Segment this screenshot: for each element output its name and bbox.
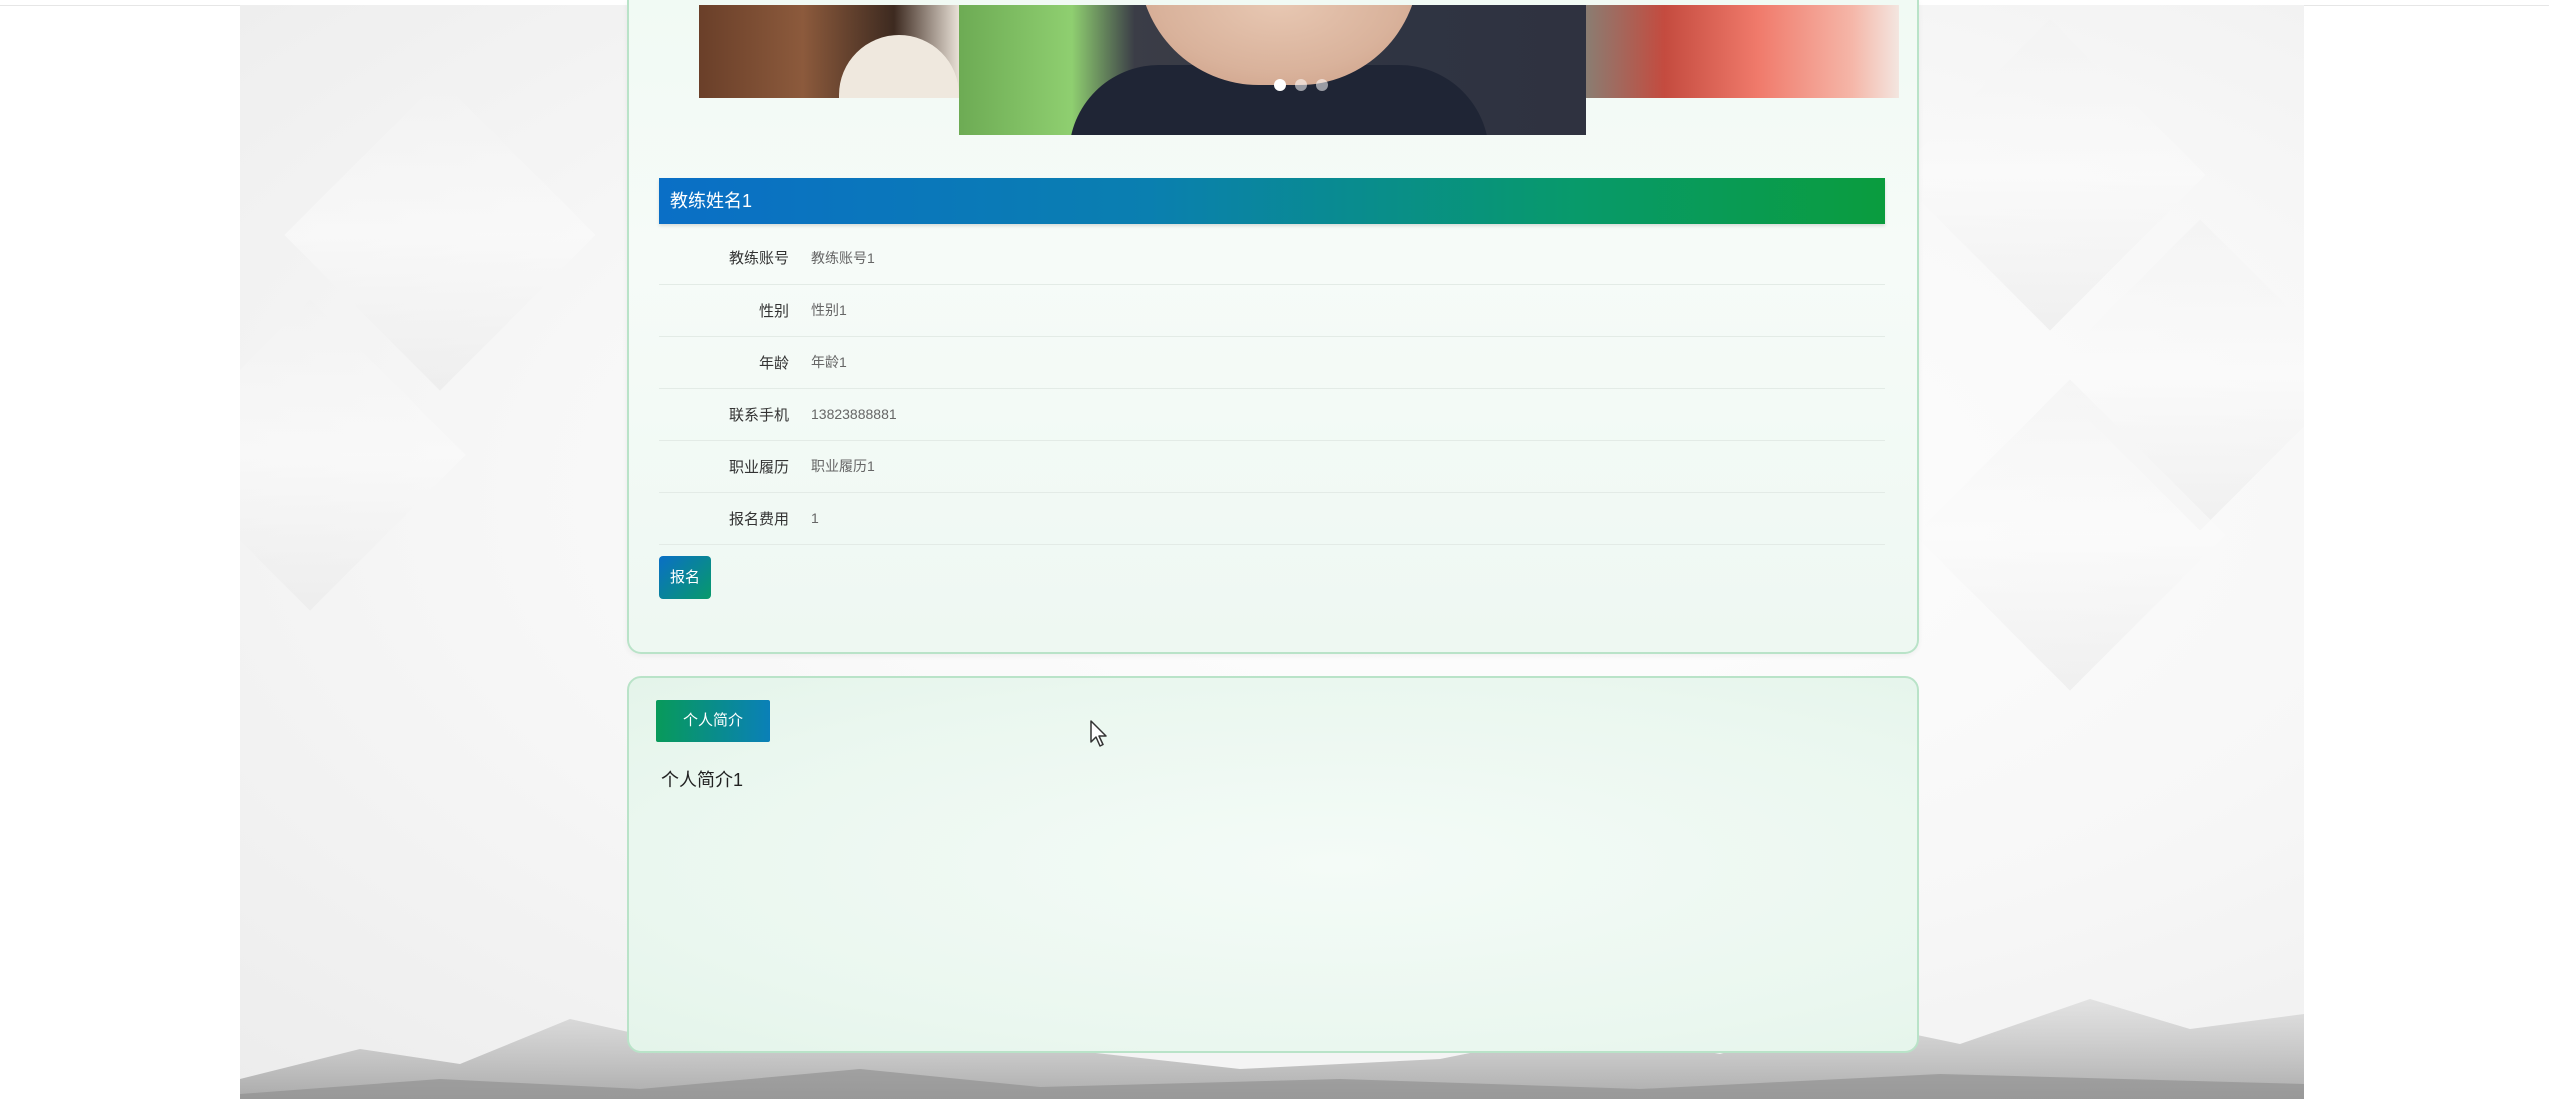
field-value: 13823888881 <box>811 406 897 422</box>
carousel-slide-active[interactable] <box>959 5 1586 135</box>
coach-name-header: 教练姓名1 <box>659 178 1885 224</box>
table-row: 年龄 年龄1 <box>659 336 1885 388</box>
field-label: 报名费用 <box>728 510 789 528</box>
coach-detail-card: 教练姓名1 教练账号 教练账号1 性别 性别1 年龄 年龄1 联系手机 1382… <box>627 0 1919 654</box>
field-label: 性别 <box>758 302 789 320</box>
coach-info-table: 教练账号 教练账号1 性别 性别1 年龄 年龄1 联系手机 1382388888… <box>659 232 1885 545</box>
carousel-dot[interactable] <box>1316 79 1328 91</box>
table-row: 性别 性别1 <box>659 284 1885 336</box>
field-value: 年龄1 <box>811 354 847 370</box>
carousel-slide-next[interactable] <box>1586 5 1899 98</box>
table-row: 联系手机 13823888881 <box>659 388 1885 440</box>
signup-button[interactable]: 报名 <box>659 556 711 599</box>
field-label: 职业履历 <box>728 458 789 476</box>
carousel-indicators <box>1274 78 1337 96</box>
field-value: 1 <box>811 510 819 526</box>
field-value: 职业履历1 <box>811 458 875 474</box>
field-label: 教练账号 <box>728 250 789 268</box>
image-carousel[interactable] <box>629 0 1917 140</box>
carousel-slide-previous[interactable] <box>699 5 959 98</box>
field-value: 教练账号1 <box>811 249 875 266</box>
field-label: 联系手机 <box>728 406 789 424</box>
field-value: 性别1 <box>811 302 847 318</box>
table-row: 报名费用 1 <box>659 492 1885 544</box>
intro-content: 个人简介1 <box>661 770 744 790</box>
mouse-cursor-icon <box>1090 720 1107 747</box>
carousel-dot[interactable] <box>1295 79 1307 91</box>
table-row: 教练账号 教练账号1 <box>659 232 1885 284</box>
field-label: 年龄 <box>758 354 789 372</box>
table-row: 职业履历 职业履历1 <box>659 440 1885 492</box>
intro-card: 个人简介 个人简介1 <box>627 676 1919 1053</box>
carousel-dot[interactable] <box>1274 79 1286 91</box>
tab-personal-intro[interactable]: 个人简介 <box>656 700 770 742</box>
slide-image <box>839 35 959 98</box>
